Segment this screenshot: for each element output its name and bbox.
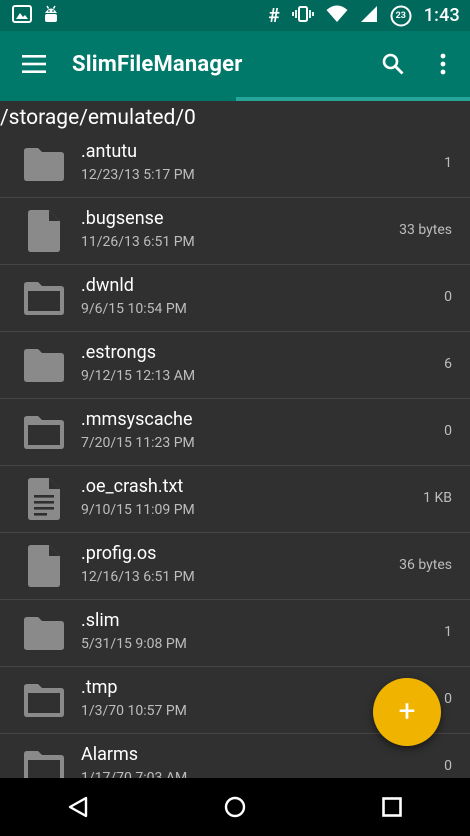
- file-size: 6: [444, 356, 452, 372]
- file-size: 0: [444, 423, 452, 439]
- recents-icon: [381, 797, 402, 817]
- file-icon: [20, 545, 68, 587]
- file-name: .antutu: [81, 141, 138, 162]
- file-date: 5/31/15 9:08 PM: [81, 636, 187, 652]
- loading-progress-bar: [0, 97, 470, 101]
- status-bar: # 23 1:43: [0, 0, 470, 31]
- vibrate-icon: [291, 5, 314, 27]
- file-size: 0: [444, 289, 452, 305]
- file-name: .slim: [81, 610, 120, 631]
- file-size: 0: [444, 691, 452, 707]
- file-icon: [20, 210, 68, 252]
- plus-icon: +: [398, 694, 416, 729]
- file-list-item[interactable]: .slim 5/31/15 9:08 PM 1: [0, 600, 470, 667]
- hash-icon: #: [268, 4, 280, 27]
- file-size: 1: [444, 155, 452, 171]
- android-debug-icon: [42, 4, 60, 28]
- text-file-icon: [20, 478, 68, 520]
- hamburger-icon: [22, 55, 46, 73]
- app-title: SlimFileManager: [72, 51, 243, 77]
- folder-icon: [20, 613, 68, 653]
- progress-indicator: [236, 97, 470, 101]
- folder-outline-icon: [20, 412, 68, 452]
- file-date: 12/16/13 6:51 PM: [81, 569, 195, 585]
- back-button[interactable]: [48, 778, 108, 836]
- folder-outline-icon: [20, 278, 68, 318]
- file-name: Alarms: [81, 744, 139, 765]
- file-name: .dwnld: [81, 275, 134, 296]
- file-date: 12/23/13 5:17 PM: [81, 167, 195, 183]
- file-list-item[interactable]: .dwnld 9/6/15 10:54 PM 0: [0, 265, 470, 332]
- folder-icon: [20, 345, 68, 385]
- clock: 1:43: [423, 5, 460, 26]
- overflow-menu-button[interactable]: [430, 47, 456, 81]
- file-date: 9/10/15 11:09 PM: [81, 502, 195, 518]
- file-date: 9/6/15 10:54 PM: [81, 301, 187, 317]
- file-name: .estrongs: [81, 342, 156, 363]
- file-size: 1: [444, 624, 452, 640]
- file-name: .profig.os: [81, 543, 157, 564]
- back-icon: [69, 796, 88, 818]
- navigation-bar: [0, 778, 470, 836]
- app-bar: SlimFileManager: [0, 31, 470, 97]
- file-list-item[interactable]: .profig.os 12/16/13 6:51 PM 36 bytes: [0, 533, 470, 600]
- file-list-item[interactable]: .bugsense 11/26/13 6:51 PM 33 bytes: [0, 198, 470, 265]
- search-icon: [382, 53, 404, 75]
- file-list-item[interactable]: .estrongs 9/12/15 12:13 AM 6: [0, 332, 470, 399]
- wifi-icon: [326, 5, 348, 27]
- file-size: 36 bytes: [399, 557, 452, 573]
- folder-icon: [20, 144, 68, 184]
- home-icon: [224, 796, 246, 818]
- current-path: /storage/emulated/0: [0, 106, 196, 130]
- file-date: 7/20/15 11:23 PM: [81, 435, 195, 451]
- battery-icon: 23: [390, 5, 412, 27]
- file-name: .bugsense: [81, 208, 164, 229]
- file-date: 1/3/70 10:57 PM: [81, 703, 187, 719]
- search-button[interactable]: [376, 47, 410, 81]
- file-date: 11/26/13 6:51 PM: [81, 234, 195, 250]
- recents-button[interactable]: [362, 778, 422, 836]
- battery-level: 23: [395, 10, 406, 21]
- file-list-item[interactable]: .oe_crash.txt 9/10/15 11:09 PM 1 KB: [0, 466, 470, 533]
- file-list-item[interactable]: .mmsyscache 7/20/15 11:23 PM 0: [0, 399, 470, 466]
- folder-outline-icon: [20, 680, 68, 720]
- signal-icon: [360, 5, 378, 27]
- file-size: 1 KB: [423, 490, 452, 506]
- gallery-notification-icon: [12, 4, 32, 27]
- file-name: .oe_crash.txt: [81, 476, 184, 497]
- file-name: .tmp: [81, 677, 118, 698]
- menu-button[interactable]: [18, 48, 50, 80]
- more-vert-icon: [440, 53, 446, 75]
- file-size: 33 bytes: [399, 222, 452, 238]
- add-fab-button[interactable]: +: [373, 678, 441, 746]
- file-date: 9/12/15 12:13 AM: [81, 368, 196, 384]
- file-size: 0: [444, 758, 452, 774]
- file-list-item[interactable]: .antutu 12/23/13 5:17 PM 1: [0, 131, 470, 198]
- home-button[interactable]: [205, 778, 265, 836]
- file-name: .mmsyscache: [81, 409, 193, 430]
